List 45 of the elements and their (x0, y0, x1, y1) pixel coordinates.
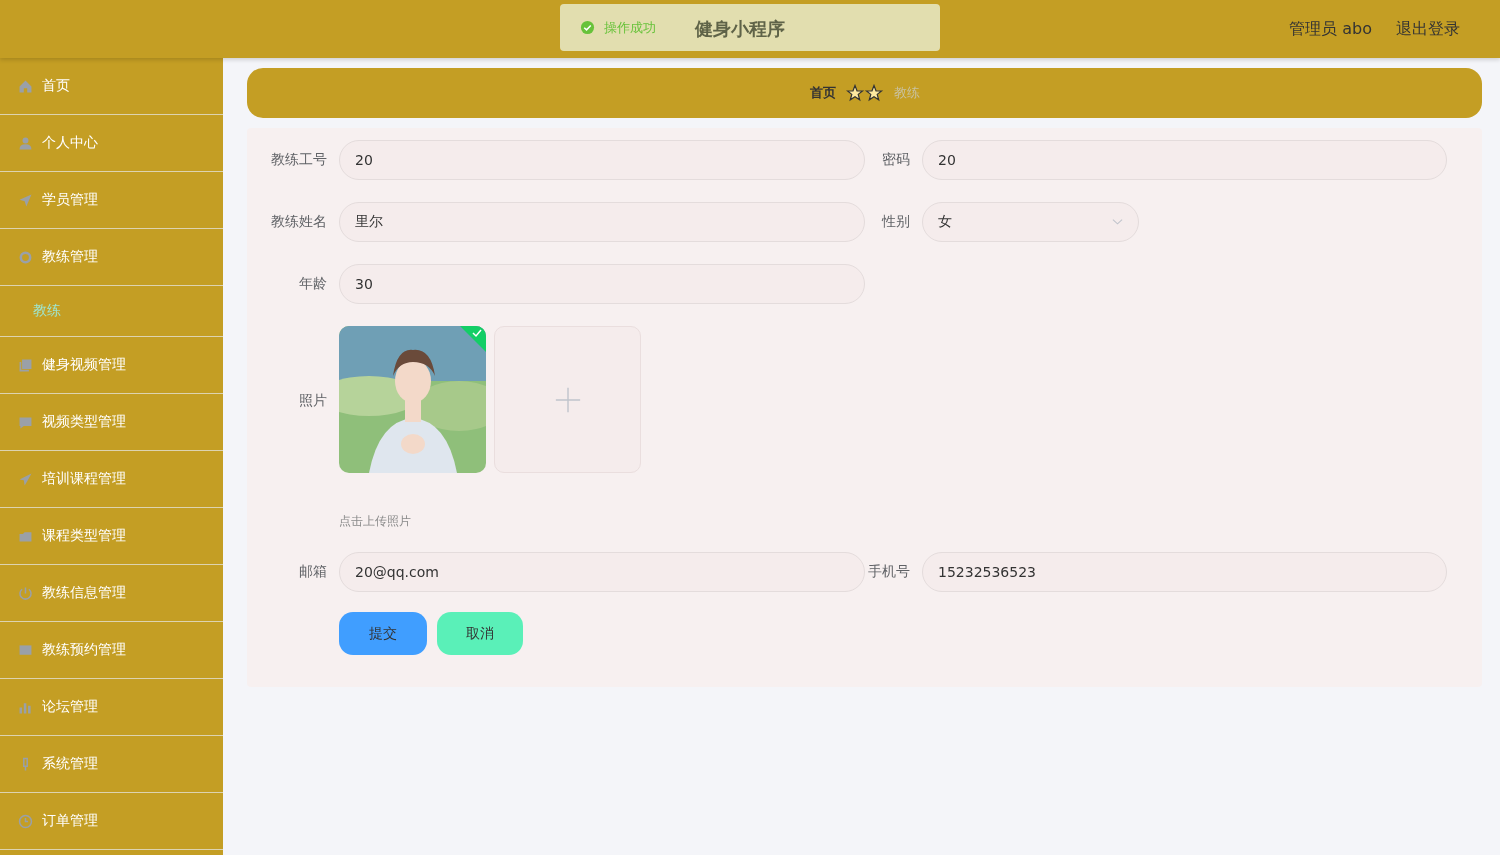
menu-item[interactable]: 教练管理 (0, 229, 223, 286)
app-title: 健身小程序 (695, 17, 785, 41)
field-label: 教练工号 (270, 151, 327, 169)
chevron-down-icon (1112, 218, 1123, 226)
field-label: 照片 (298, 392, 327, 410)
upload-button[interactable] (494, 326, 641, 473)
submit-button[interactable]: 提交 (339, 612, 427, 655)
breadcrumb-link[interactable]: 教练 (893, 84, 920, 102)
input-field[interactable]: 20@qq.com (339, 552, 865, 592)
cancel-button[interactable]: 取消 (437, 612, 523, 655)
logout-link[interactable]: 退出登录 (1396, 18, 1460, 40)
menu-item[interactable]: 论坛管理 (0, 679, 223, 736)
admin-name: 管理员 abo (1289, 18, 1372, 40)
menu-item[interactable]: 培训课程管理 (0, 451, 223, 508)
menu-item[interactable]: 教练信息管理 (0, 565, 223, 622)
plus-icon (553, 385, 582, 414)
upload-hint: 点击上传照片 (339, 513, 412, 530)
input-field[interactable]: 20 (339, 140, 865, 180)
field-label: 手机号 (867, 563, 910, 581)
field-label: 邮箱 (298, 563, 327, 581)
menu-item[interactable]: 订单管理 (0, 793, 223, 850)
field-label: 年龄 (298, 275, 327, 293)
field-label: 性别 (880, 213, 910, 231)
field-label: 密码 (881, 151, 910, 169)
field-label: 教练姓名 (270, 213, 327, 231)
menu-item[interactable]: 首页 (0, 58, 223, 115)
clock-icon (17, 812, 34, 830)
menu-item[interactable]: 课程类型管理 (0, 508, 223, 565)
input-field[interactable]: 里尔 (339, 202, 865, 242)
gender-select[interactable]: 女 (922, 202, 1139, 242)
breadcrumb-link[interactable]: 首页 (809, 84, 836, 102)
stars-icon (845, 84, 884, 102)
submenu-item[interactable]: 教练 (0, 286, 223, 337)
check-circle-icon (580, 20, 595, 35)
menu-item[interactable]: 个人中心 (0, 115, 223, 172)
menu-item[interactable]: 教练预约管理 (0, 622, 223, 679)
menu-item[interactable]: 学员管理 (0, 172, 223, 229)
check-badge-icon (460, 326, 486, 352)
menu-item[interactable]: 健身视频管理 (0, 337, 223, 394)
input-field[interactable]: 20 (922, 140, 1447, 180)
menu-item[interactable]: 系统管理 (0, 736, 223, 793)
toast-message: 操作成功 (604, 18, 656, 37)
input-field[interactable]: 30 (339, 264, 865, 304)
menu-item[interactable]: 视频类型管理 (0, 394, 223, 451)
input-field[interactable]: 15232536523 (922, 552, 1447, 592)
